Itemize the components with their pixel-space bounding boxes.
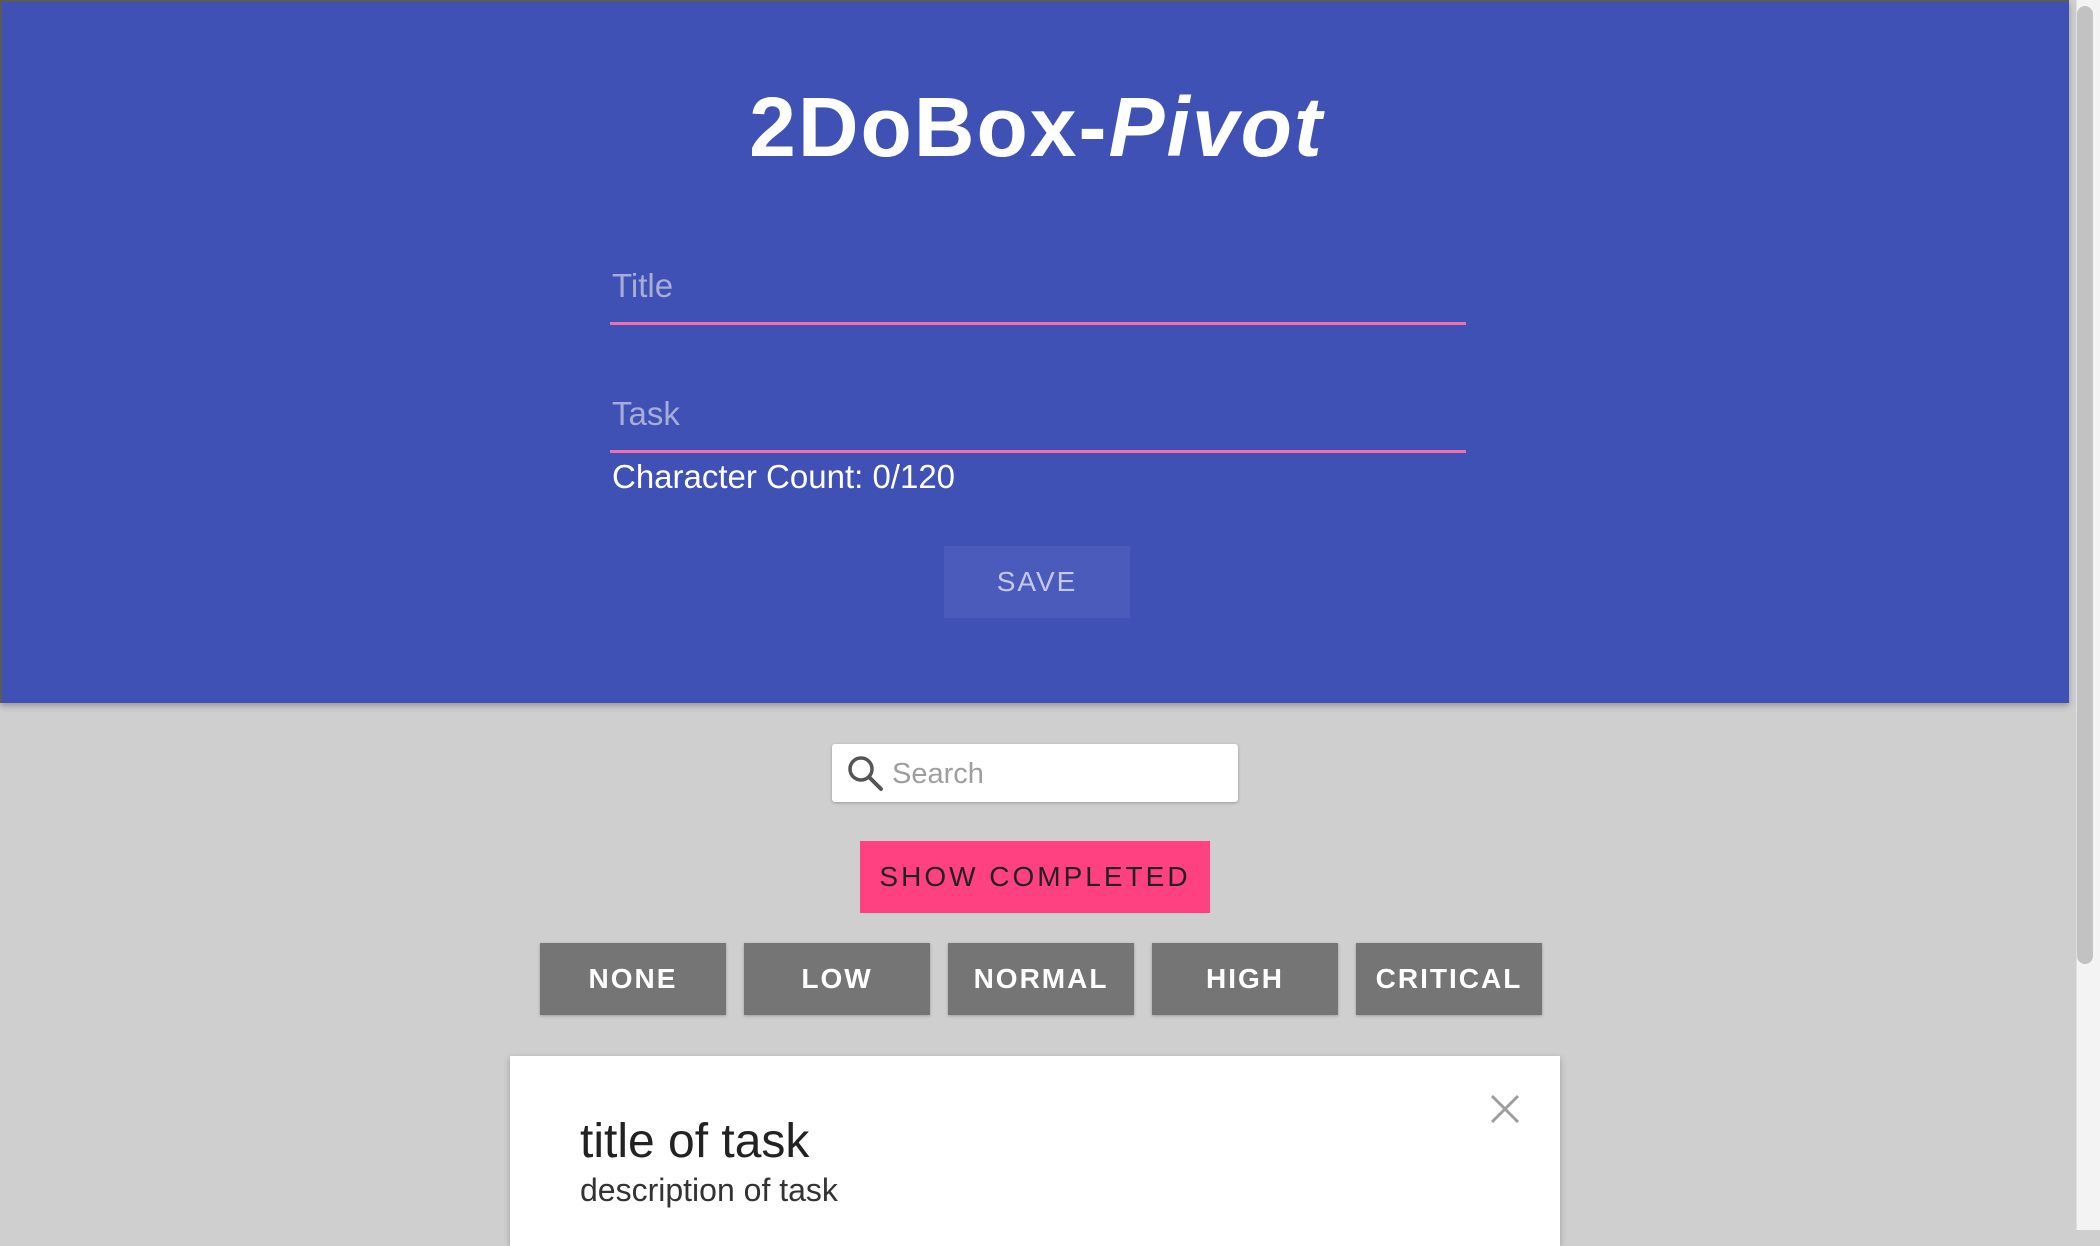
filter-critical-button[interactable]: CRITICAL	[1356, 943, 1542, 1015]
task-title[interactable]: title of task	[580, 1114, 809, 1169]
character-count: Character Count: 0/120	[612, 458, 956, 495]
task-card: title of task description of task	[510, 1056, 1560, 1246]
app-title-main: 2DoBox-	[749, 80, 1109, 174]
search-box[interactable]	[832, 744, 1238, 804]
filter-normal-button[interactable]: NORMAL	[948, 943, 1134, 1015]
scrollbar-thumb[interactable]	[2077, 6, 2093, 964]
close-icon[interactable]	[1488, 1092, 1522, 1126]
search-input[interactable]	[890, 744, 1224, 804]
app-title-italic: Pivot	[1108, 80, 1324, 174]
task-description[interactable]: description of task	[580, 1172, 838, 1209]
show-completed-button[interactable]: SHOW COMPLETED	[860, 841, 1210, 913]
filter-high-button[interactable]: HIGH	[1152, 943, 1338, 1015]
header: 2DoBox-Pivot Character Count: 0/120 SAVE	[0, 0, 2069, 703]
save-button[interactable]: SAVE	[944, 546, 1130, 618]
filter-low-button[interactable]: LOW	[744, 943, 930, 1015]
task-input[interactable]	[610, 388, 1466, 453]
app-title: 2DoBox-Pivot	[2, 72, 2071, 182]
filter-none-button[interactable]: NONE	[540, 943, 726, 1015]
title-input[interactable]	[610, 260, 1466, 325]
search-icon	[848, 756, 883, 791]
